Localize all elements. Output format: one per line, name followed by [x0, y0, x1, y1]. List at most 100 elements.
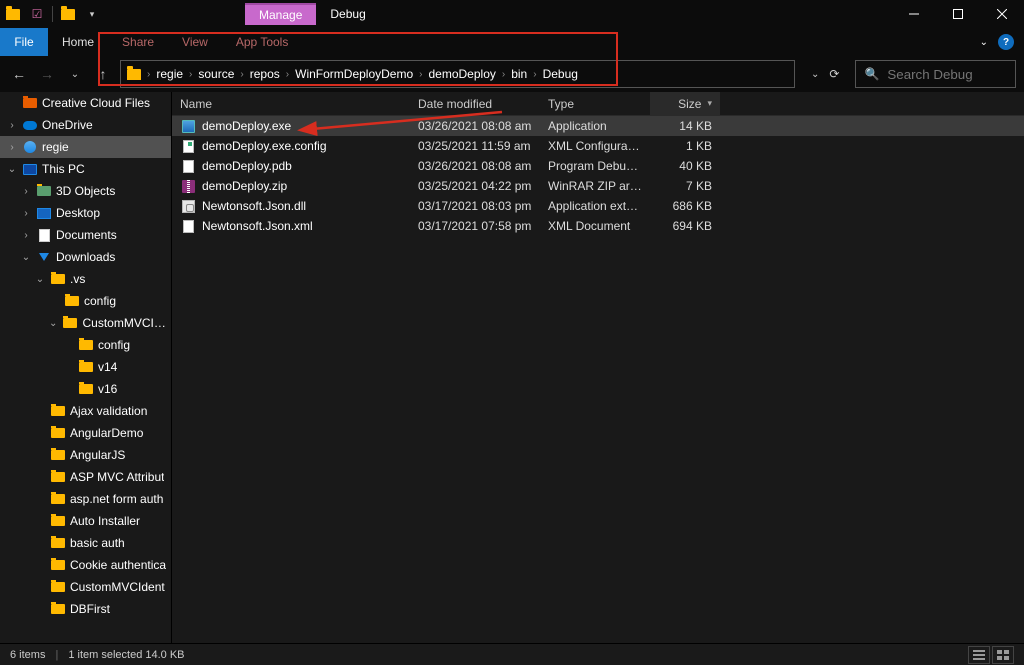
tree-item[interactable]: ⌄This PC	[0, 158, 171, 180]
tree-item[interactable]: ›Documents	[0, 224, 171, 246]
tree-item[interactable]: ›regie	[0, 136, 171, 158]
properties-icon[interactable]: ☑	[28, 5, 46, 23]
navigation-pane[interactable]: Creative Cloud Files›OneDrive›regie⌄This…	[0, 92, 172, 643]
tree-item-icon	[50, 425, 66, 441]
chevron-right-icon[interactable]: ›	[238, 69, 245, 80]
tree-item[interactable]: ⌄Downloads	[0, 246, 171, 268]
address-bar[interactable]: ›regie›source›repos›WinFormDeployDemo›de…	[120, 60, 795, 88]
tree-item[interactable]: basic auth	[0, 532, 171, 554]
search-box[interactable]: 🔍	[855, 60, 1016, 88]
tree-item-icon	[78, 337, 94, 353]
tree-item-icon	[62, 315, 78, 331]
file-row[interactable]: Newtonsoft.Json.xml03/17/2021 07:58 pmXM…	[172, 216, 1024, 236]
tree-item-icon	[78, 359, 94, 375]
file-row[interactable]: demoDeploy.zip03/25/2021 04:22 pmWinRAR …	[172, 176, 1024, 196]
search-input[interactable]	[887, 67, 1007, 82]
tree-item[interactable]: AngularDemo	[0, 422, 171, 444]
forward-button[interactable]: →	[36, 63, 58, 85]
status-selection: 1 item selected 14.0 KB	[68, 649, 184, 661]
share-tab[interactable]: Share	[108, 28, 168, 56]
tree-item-icon	[50, 601, 66, 617]
tree-item[interactable]: ›Desktop	[0, 202, 171, 224]
file-type: Application exten...	[540, 199, 650, 213]
tree-item[interactable]: DBFirst	[0, 598, 171, 620]
tree-item[interactable]: Cookie authentica	[0, 554, 171, 576]
file-size: 14 KB	[650, 119, 720, 133]
expander-icon advance[interactable]: ⌄	[6, 164, 18, 175]
chevron-right-icon[interactable]: ›	[500, 69, 507, 80]
search-icon: 🔍	[864, 67, 879, 81]
manage-tab[interactable]: Manage	[245, 3, 316, 25]
tree-item-label: ASP MVC Attribut	[70, 470, 164, 484]
breadcrumb-segment[interactable]: regie	[152, 67, 187, 81]
column-name[interactable]: Name	[172, 92, 410, 115]
file-row[interactable]: Newtonsoft.Json.dll03/17/2021 08:03 pmAp…	[172, 196, 1024, 216]
tree-item[interactable]: config	[0, 334, 171, 356]
refresh-button[interactable]: ⟳	[829, 67, 839, 81]
tree-item[interactable]: v14	[0, 356, 171, 378]
chevron-right-icon[interactable]: ›	[187, 69, 194, 80]
file-row[interactable]: demoDeploy.exe.config03/25/2021 11:59 am…	[172, 136, 1024, 156]
help-icon[interactable]: ?	[998, 34, 1014, 50]
tree-item[interactable]: AngularJS	[0, 444, 171, 466]
back-button[interactable]: ←	[8, 63, 30, 85]
qat-dropdown-icon[interactable]: ▾	[83, 5, 101, 23]
expander-icon advance[interactable]: ⌄	[20, 252, 32, 263]
tree-item[interactable]: CustomMVCIdent	[0, 576, 171, 598]
tree-item-label: v14	[98, 360, 117, 374]
chevron-right-icon[interactable]: ›	[284, 69, 291, 80]
expander-icon advance[interactable]: ›	[20, 186, 32, 197]
breadcrumb-segment[interactable]: source	[194, 67, 238, 81]
tree-item[interactable]: Auto Installer	[0, 510, 171, 532]
breadcrumb-segment[interactable]: WinFormDeployDemo	[291, 67, 417, 81]
maximize-button[interactable]	[936, 0, 980, 28]
close-button[interactable]	[980, 0, 1024, 28]
up-button[interactable]: ↑	[92, 63, 114, 85]
tree-item[interactable]: ›3D Objects	[0, 180, 171, 202]
minimize-button[interactable]	[892, 0, 936, 28]
expander-icon advance[interactable]: ⌄	[48, 318, 58, 329]
address-dropdown-icon[interactable]: ⌄	[811, 69, 819, 80]
tree-item[interactable]: config	[0, 290, 171, 312]
chevron-right-icon[interactable]: ›	[145, 69, 152, 80]
chevron-right-icon[interactable]: ›	[531, 69, 538, 80]
tree-item-icon	[50, 469, 66, 485]
tree-item[interactable]: Ajax validation	[0, 400, 171, 422]
expander-icon advance[interactable]: ⌄	[34, 274, 46, 285]
expander-icon advance[interactable]: ›	[20, 230, 32, 241]
tree-item[interactable]: ›OneDrive	[0, 114, 171, 136]
chevron-right-icon[interactable]: ›	[417, 69, 424, 80]
details-view-button[interactable]	[968, 646, 990, 664]
file-row[interactable]: demoDeploy.exe03/26/2021 08:08 amApplica…	[172, 116, 1024, 136]
tree-item[interactable]: asp.net form auth	[0, 488, 171, 510]
tree-item[interactable]: ⌄.vs	[0, 268, 171, 290]
file-tab[interactable]: File	[0, 28, 48, 56]
file-row[interactable]: demoDeploy.pdb03/26/2021 08:08 amProgram…	[172, 156, 1024, 176]
tree-item[interactable]: ⌄CustomMVCIden...	[0, 312, 171, 334]
tree-item[interactable]: ASP MVC Attribut	[0, 466, 171, 488]
breadcrumb-segment[interactable]: Debug	[539, 67, 582, 81]
tree-item[interactable]: Creative Cloud Files	[0, 92, 171, 114]
column-type[interactable]: Type	[540, 92, 650, 115]
column-date[interactable]: Date modified	[410, 92, 540, 115]
expander-icon advance[interactable]: ›	[20, 208, 32, 219]
breadcrumb-segment[interactable]: bin	[507, 67, 531, 81]
apptools-tab[interactable]: App Tools	[222, 28, 302, 56]
breadcrumb-segment[interactable]: demoDeploy	[425, 67, 500, 81]
expander-icon advance[interactable]: ›	[6, 142, 18, 153]
recent-dropdown-icon[interactable]: ⌄	[64, 63, 86, 85]
tree-item-icon	[22, 117, 38, 133]
tree-item[interactable]: v16	[0, 378, 171, 400]
expand-ribbon-icon[interactable]: ⌄	[980, 37, 988, 48]
view-tab[interactable]: View	[168, 28, 222, 56]
expander-icon advance[interactable]: ›	[6, 120, 18, 131]
main-area: Creative Cloud Files›OneDrive›regie⌄This…	[0, 92, 1024, 643]
thumbnails-view-button[interactable]	[992, 646, 1014, 664]
tree-item-icon	[22, 161, 38, 177]
breadcrumb-segment[interactable]: repos	[246, 67, 284, 81]
column-size[interactable]: Size▾	[650, 92, 720, 115]
file-date: 03/25/2021 04:22 pm	[410, 179, 540, 193]
home-tab[interactable]: Home	[48, 28, 108, 56]
tree-item-label: Cookie authentica	[70, 558, 166, 572]
qat-separator	[52, 6, 53, 22]
